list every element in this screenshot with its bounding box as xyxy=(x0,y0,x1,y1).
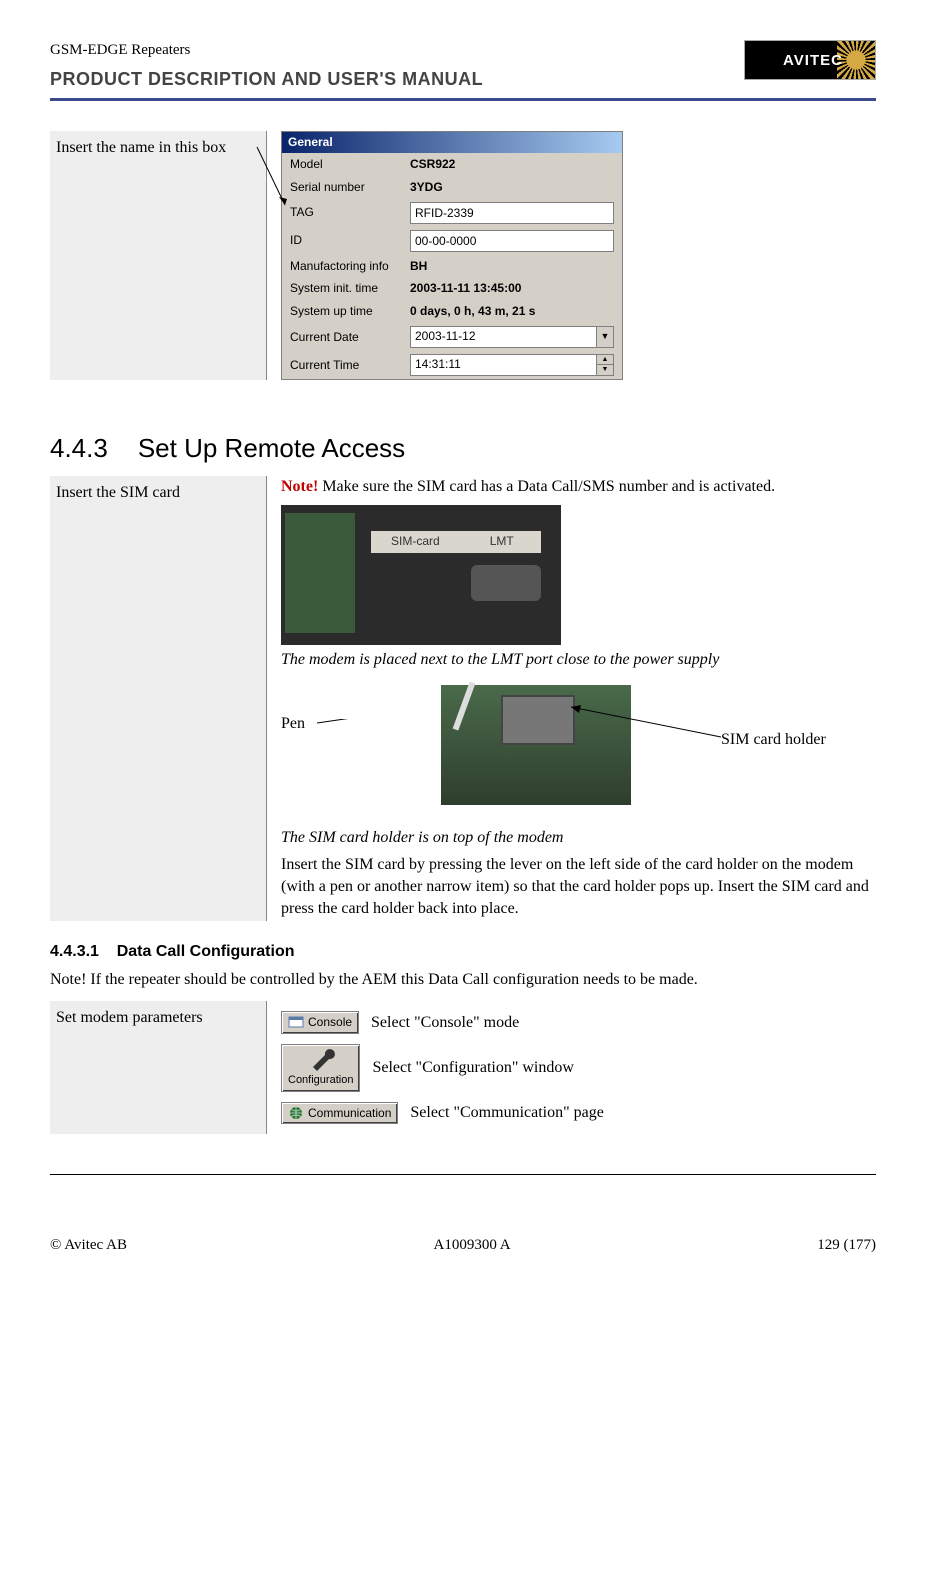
current-date-dropdown[interactable]: 2003-11-12 ▼ xyxy=(410,326,614,348)
globe-icon xyxy=(288,1105,304,1121)
configuration-button-label: Configuration xyxy=(288,1073,353,1088)
tag-label: TAG xyxy=(290,204,410,221)
note-text: Make sure the SIM card has a Data Call/S… xyxy=(318,478,775,495)
console-description: Select "Console" mode xyxy=(371,1012,519,1034)
section-heading-remote-access: 4.4.3 Set Up Remote Access xyxy=(50,430,876,466)
insert-name-main: General Model CSR922 Serial number 3YDG … xyxy=(267,131,876,380)
serial-label: Serial number xyxy=(290,179,410,196)
communication-button-label: Communication xyxy=(308,1105,391,1122)
footer-copyright: © Avitec AB xyxy=(50,1235,127,1256)
pen-arrow xyxy=(317,719,457,739)
spinner-buttons[interactable]: ▲▼ xyxy=(596,355,613,375)
logo-text: AVITEC xyxy=(777,50,843,71)
wrench-icon xyxy=(307,1049,335,1073)
uptime-label: System up time xyxy=(290,303,410,320)
subsection-title: Data Call Configuration xyxy=(117,943,295,960)
side-note-insert-name: Insert the name in this box xyxy=(50,131,267,380)
section-title: Set Up Remote Access xyxy=(138,433,405,463)
row-init: System init. time 2003-11-11 13:45:00 xyxy=(282,277,622,300)
console-line: Console Select "Console" mode xyxy=(281,1011,876,1034)
console-button-label: Console xyxy=(308,1014,352,1031)
subsection-heading-data-call: 4.4.3.1 Data Call Configuration xyxy=(50,941,876,963)
holder-arrow xyxy=(571,707,731,747)
tag-input[interactable] xyxy=(410,202,614,224)
row-model: Model CSR922 xyxy=(282,153,622,176)
manuf-value: BH xyxy=(410,258,427,275)
side-note-insert-sim: Insert the SIM card xyxy=(50,476,267,920)
configuration-line: Configuration Select "Configuration" win… xyxy=(281,1044,876,1091)
insert-sim-main: Note! Make sure the SIM card has a Data … xyxy=(267,476,876,920)
holder-graphic xyxy=(501,695,575,745)
insert-name-row: Insert the name in this box General Mode… xyxy=(50,131,876,380)
id-label: ID xyxy=(290,232,410,249)
console-button[interactable]: Console xyxy=(281,1011,359,1034)
photo-label-strip: SIM-card LMT xyxy=(371,531,541,553)
chevron-down-icon[interactable]: ▼ xyxy=(597,365,613,375)
curtime-label: Current Time xyxy=(290,357,410,374)
page-header: GSM-EDGE Repeaters PRODUCT DESCRIPTION A… xyxy=(50,40,876,92)
header-left: GSM-EDGE Repeaters PRODUCT DESCRIPTION A… xyxy=(50,40,744,92)
section-number: 4.4.3 xyxy=(50,433,108,463)
row-tag: TAG xyxy=(282,199,622,227)
current-time-spinner[interactable]: 14:31:11 ▲▼ xyxy=(410,354,614,376)
serial-value: 3YDG xyxy=(410,179,443,196)
pen-graphic xyxy=(453,682,476,731)
footer-divider xyxy=(50,1174,876,1175)
sim-instruction: Insert the SIM card by pressing the leve… xyxy=(281,854,876,921)
manual-title: PRODUCT DESCRIPTION AND USER'S MANUAL xyxy=(50,67,744,92)
note-prefix: Note! xyxy=(281,478,318,495)
console-icon xyxy=(288,1015,304,1031)
data-call-note: Note! If the repeater should be controll… xyxy=(50,969,876,991)
insert-sim-row: Insert the SIM card Note! Make sure the … xyxy=(50,476,876,920)
general-panel: General Model CSR922 Serial number 3YDG … xyxy=(281,131,623,380)
holder-label: SIM card holder xyxy=(721,729,826,751)
pen-label: Pen xyxy=(281,713,305,735)
set-modem-main: Console Select "Console" mode Configurat… xyxy=(267,1001,876,1134)
modem-caption: The modem is placed next to the LMT port… xyxy=(281,649,876,671)
row-current-time: Current Time 14:31:11 ▲▼ xyxy=(282,351,622,379)
footer-docno: A1009300 A xyxy=(434,1235,511,1256)
row-manuf: Manufactoring info BH xyxy=(282,255,622,278)
row-serial: Serial number 3YDG xyxy=(282,176,622,199)
sim-card-label: SIM-card xyxy=(391,533,440,550)
configuration-description: Select "Configuration" window xyxy=(372,1057,573,1079)
curdate-label: Current Date xyxy=(290,329,410,346)
row-id: ID xyxy=(282,227,622,255)
init-label: System init. time xyxy=(290,280,410,297)
chevron-up-icon[interactable]: ▲ xyxy=(597,355,613,366)
model-label: Model xyxy=(290,156,410,173)
sim-holder-diagram: Pen SIM card holder xyxy=(281,685,876,825)
communication-button[interactable]: Communication xyxy=(281,1102,398,1125)
footer-page: 129 (177) xyxy=(817,1235,876,1256)
product-line: GSM-EDGE Repeaters xyxy=(50,40,744,61)
modem-photo: SIM-card LMT xyxy=(281,505,561,645)
lmt-label: LMT xyxy=(490,533,514,550)
company-logo: AVITEC xyxy=(744,40,876,80)
curdate-value: 2003-11-12 xyxy=(411,327,596,347)
communication-description: Select "Communication" page xyxy=(410,1102,603,1124)
connector-graphic xyxy=(471,565,541,601)
panel-title: General xyxy=(282,132,622,153)
row-uptime: System up time 0 days, 0 h, 43 m, 21 s xyxy=(282,300,622,323)
chevron-down-icon[interactable]: ▼ xyxy=(596,327,613,347)
page-footer: © Avitec AB A1009300 A 129 (177) xyxy=(50,1235,876,1256)
uptime-value: 0 days, 0 h, 43 m, 21 s xyxy=(410,303,535,320)
row-current-date: Current Date 2003-11-12 ▼ xyxy=(282,323,622,351)
configuration-button[interactable]: Configuration xyxy=(281,1044,360,1091)
holder-caption: The SIM card holder is on top of the mod… xyxy=(281,827,876,849)
pointer-arrow xyxy=(257,147,287,207)
subsection-number: 4.4.3.1 xyxy=(50,943,99,960)
set-modem-row: Set modem parameters Console Select "Con… xyxy=(50,1001,876,1134)
init-value: 2003-11-11 13:45:00 xyxy=(410,280,521,297)
side-note-set-modem: Set modem parameters xyxy=(50,1001,267,1134)
header-divider xyxy=(50,98,876,101)
communication-line: Communication Select "Communication" pag… xyxy=(281,1102,876,1125)
curtime-value: 14:31:11 xyxy=(411,355,596,375)
circuit-board-graphic xyxy=(285,513,355,633)
sim-note-line: Note! Make sure the SIM card has a Data … xyxy=(281,476,876,498)
id-input[interactable] xyxy=(410,230,614,252)
model-value: CSR922 xyxy=(410,156,455,173)
manuf-label: Manufactoring info xyxy=(290,258,410,275)
